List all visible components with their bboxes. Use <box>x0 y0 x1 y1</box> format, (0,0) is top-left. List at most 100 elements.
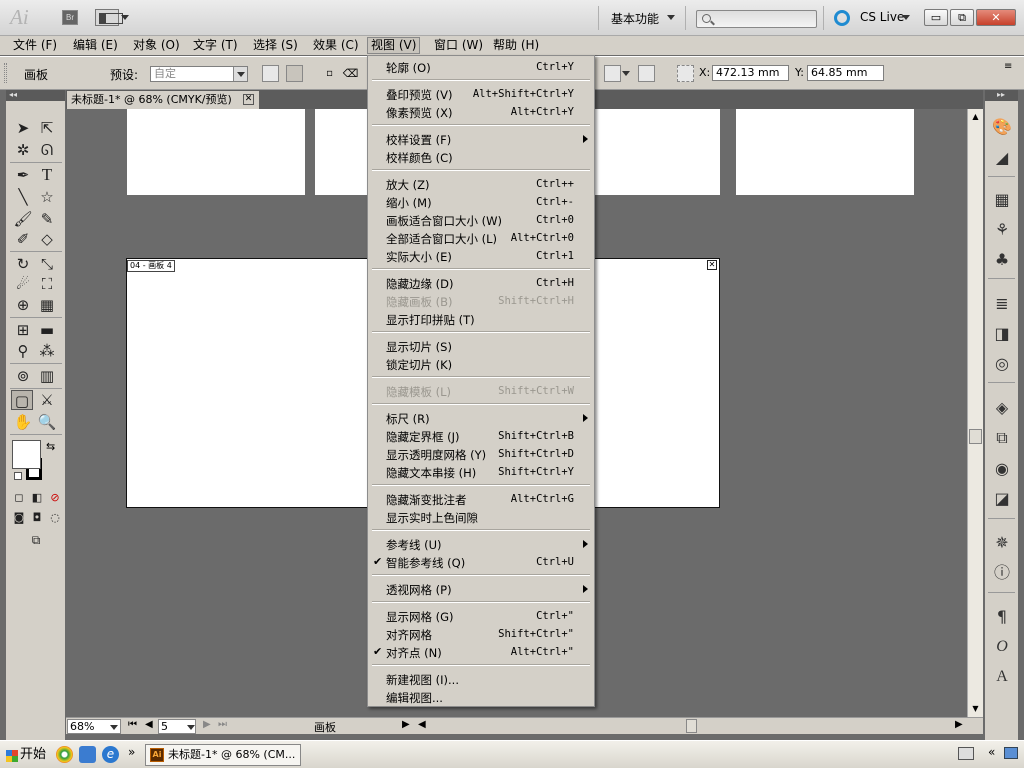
scroll-left-icon[interactable]: ◀ <box>418 719 426 730</box>
view-menu-item[interactable]: 透视网格 (P) <box>368 580 594 598</box>
document-tab[interactable]: 未标题-1* @ 68% (CMYK/预览) ✕ <box>67 91 259 109</box>
last-page-icon[interactable]: ⏭ <box>218 719 227 730</box>
artboards-panel-icon[interactable]: ⧉ <box>990 427 1014 449</box>
minimize-button[interactable]: ▭ <box>924 9 948 26</box>
dock-expand[interactable]: ▸▸ <box>985 90 1018 101</box>
menu-type[interactable]: 文字 (T) <box>190 37 241 54</box>
pencil-icon[interactable]: ✎ <box>36 209 58 229</box>
scroll-thumb[interactable] <box>969 429 982 444</box>
selection-icon[interactable]: ➤ <box>12 118 34 138</box>
draw-behind-icon[interactable]: ◘ <box>28 509 46 527</box>
screen-mode-icon[interactable]: ⧉ <box>24 531 48 549</box>
scroll-down-icon[interactable]: ▼ <box>968 701 983 716</box>
navigator-icon[interactable]: ✵ <box>990 532 1014 554</box>
chevron-down-icon[interactable] <box>667 15 675 20</box>
chevron-down-icon[interactable] <box>902 15 910 20</box>
view-menu-item[interactable]: ✔ 对齐点 (N) Alt+Ctrl+" <box>368 643 594 661</box>
color-mode-icon[interactable]: ◻ <box>10 489 28 507</box>
gradient-panel-icon[interactable]: ◨ <box>990 323 1014 345</box>
rotate-icon[interactable]: ↻ <box>12 254 34 274</box>
view-menu-item[interactable]: 对齐网格 Shift+Ctrl+" <box>368 625 594 643</box>
swatches-icon[interactable]: ▦ <box>990 189 1014 211</box>
draw-normal-icon[interactable]: ◙ <box>10 509 28 527</box>
warp-icon[interactable]: ☄ <box>12 274 34 294</box>
stroke-icon[interactable]: ≣ <box>990 293 1014 315</box>
view-menu-item[interactable]: 放大 (Z) Ctrl++ <box>368 175 594 193</box>
transform-anchor-icon[interactable] <box>677 65 694 82</box>
preset-dropdown-arrow[interactable] <box>233 67 247 81</box>
artboard[interactable] <box>127 109 305 195</box>
scale-icon[interactable]: ⤡ <box>36 254 58 274</box>
menu-object[interactable]: 对象 (O) <box>130 37 183 54</box>
layers-icon[interactable]: ◈ <box>990 397 1014 419</box>
view-menu-item[interactable]: 像素预览 (X) Alt+Ctrl+Y <box>368 103 594 121</box>
blend-icon[interactable]: ⁂ <box>36 341 58 361</box>
panel-menu-icon[interactable]: ≡ <box>1004 61 1012 72</box>
gradient-icon[interactable]: ▬ <box>36 320 58 340</box>
none-mode-icon[interactable]: ⊘ <box>46 489 64 507</box>
symbol-sprayer-icon[interactable]: ⊚ <box>12 366 34 386</box>
free-transform-icon[interactable]: ⛶ <box>36 274 58 294</box>
cs-live-button[interactable]: CS Live <box>860 10 904 24</box>
type-icon[interactable]: T <box>36 165 58 185</box>
view-menu-item[interactable]: 隐藏渐变批注者 Alt+Ctrl+G <box>368 490 594 508</box>
view-menu-item[interactable]: 实际大小 (E) Ctrl+1 <box>368 247 594 265</box>
taskbar-illustrator-window[interactable]: Ai 未标题-1* @ 68% (CM... <box>145 744 301 766</box>
app-shortcut-icon[interactable] <box>79 746 96 763</box>
paragraph-icon[interactable]: ¶ <box>990 606 1014 628</box>
cs-live-icon[interactable] <box>834 10 850 26</box>
column-graph-icon[interactable]: ▥ <box>36 366 58 386</box>
view-menu-item[interactable]: 隐藏边缘 (D) Ctrl+H <box>368 274 594 292</box>
current-tool-label[interactable]: 画板 <box>314 719 336 735</box>
artboard[interactable] <box>736 109 914 195</box>
draw-inside-icon[interactable]: ◌ <box>46 509 64 527</box>
magic-wand-icon[interactable]: ✲ <box>12 140 34 160</box>
arrange-documents-button[interactable] <box>95 9 123 26</box>
menu-file[interactable]: 文件 (F) <box>10 37 60 54</box>
portrait-icon[interactable] <box>262 65 279 82</box>
pen-icon[interactable]: ✒ <box>12 165 34 185</box>
view-menu-item[interactable]: 校样设置 (F) <box>368 130 594 148</box>
view-menu-item[interactable]: 显示网格 (G) Ctrl+" <box>368 607 594 625</box>
view-menu-item[interactable]: 全部适合窗口大小 (L) Alt+Ctrl+0 <box>368 229 594 247</box>
view-menu-item[interactable]: 轮廓 (O) Ctrl+Y <box>368 58 594 76</box>
artboard-options-icon[interactable] <box>638 65 655 82</box>
view-menu-item[interactable]: 画板适合窗口大小 (W) Ctrl+0 <box>368 211 594 229</box>
first-page-icon[interactable]: ⏮ <box>128 719 137 730</box>
opentype-icon[interactable]: O <box>990 636 1014 658</box>
scroll-right-icon[interactable]: ▶ <box>955 719 963 730</box>
view-menu-item[interactable]: ✔ 智能参考线 (Q) Ctrl+U <box>368 553 594 571</box>
new-artboard-icon[interactable]: ▫ <box>321 65 338 82</box>
view-menu-item[interactable]: 锁定切片 (K) <box>368 355 594 373</box>
quicklaunch-overflow[interactable]: » <box>128 745 135 759</box>
blob-brush-icon[interactable]: ✐ <box>12 229 34 249</box>
graphic-styles-icon[interactable]: ◪ <box>990 488 1014 510</box>
menu-effect[interactable]: 效果 (C) <box>310 37 362 54</box>
internet-explorer-icon[interactable]: e <box>102 746 119 763</box>
info-icon[interactable]: ⓘ <box>990 562 1014 584</box>
view-menu-item[interactable]: 隐藏文本串接 (H) Shift+Ctrl+Y <box>368 463 594 481</box>
view-menu-item[interactable]: 新建视图 (I)... <box>368 670 594 688</box>
star-icon[interactable]: ☆ <box>36 187 58 207</box>
transparency-icon[interactable]: ◎ <box>990 353 1014 375</box>
gradient-mode-icon[interactable]: ◧ <box>28 489 46 507</box>
restore-button[interactable]: ⧉ <box>950 9 974 26</box>
view-menu-item[interactable]: 隐藏定界框 (J) Shift+Ctrl+B <box>368 427 594 445</box>
network-icon[interactable] <box>1004 747 1018 759</box>
character-icon[interactable]: A <box>990 666 1014 688</box>
vertical-scrollbar[interactable]: ▲ ▼ <box>967 109 983 717</box>
paintbrush-icon[interactable]: 🖌 <box>12 209 34 229</box>
artboard-icon[interactable]: ▢ <box>11 390 33 410</box>
menu-help[interactable]: 帮助 (H) <box>490 37 542 54</box>
prev-page-icon[interactable]: ◀ <box>145 719 153 730</box>
horizontal-scroll-thumb[interactable] <box>686 719 697 733</box>
bridge-button[interactable]: Br <box>62 10 78 25</box>
color-guide-icon[interactable]: ◢ <box>990 147 1014 169</box>
chrome-icon[interactable] <box>56 746 73 763</box>
artboard-close-icon[interactable]: ✕ <box>707 260 717 270</box>
lasso-icon[interactable]: ᘏ <box>36 140 58 160</box>
shape-builder-icon[interactable]: ⊕ <box>12 295 34 315</box>
appearance-icon[interactable]: ◉ <box>990 458 1014 480</box>
view-menu-item[interactable]: 参考线 (U) <box>368 535 594 553</box>
fill-swatch[interactable] <box>12 440 41 469</box>
